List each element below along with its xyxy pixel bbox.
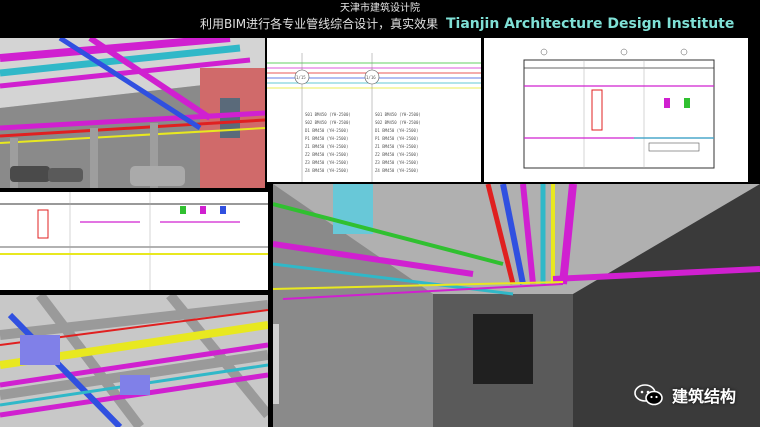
institute-subtitle: 天津市建筑设计院 xyxy=(340,3,420,14)
page-title: 利用BIM进行各专业管线综合设计，真实效果 Tianjin Architectu… xyxy=(200,16,734,32)
page-title-en: Tianjin Architecture Design Institute xyxy=(445,16,735,32)
schedule-row: Z3 BM450 (YH-2500) xyxy=(375,160,418,165)
garage-render-panel xyxy=(0,38,265,188)
schedule-row: Z2 BM450 (YH-2500) xyxy=(305,152,348,157)
watermark-label: 建筑结构 xyxy=(671,387,736,406)
schedule-row: S02 BM450 (YH-2500) xyxy=(375,120,421,125)
header: 天津市建筑设计院 利用BIM进行各专业管线综合设计，真实效果 Tianjin A… xyxy=(0,0,760,38)
schedule-row: Z3 BM450 (YH-2500) xyxy=(305,160,348,165)
wechat-icon xyxy=(634,384,663,406)
section-drawing-panel-top xyxy=(484,38,748,182)
page-title-cn: 利用BIM进行各专业管线综合设计，真实效果 xyxy=(200,17,439,31)
schedule-row: Z4 BM450 (YH-2500) xyxy=(375,168,418,173)
schedule-row: P1 BM450 (YH-2500) xyxy=(375,136,418,141)
schedule-row: Z2 BM450 (YH-2500) xyxy=(375,152,418,157)
garage-render xyxy=(0,38,265,188)
schedule-row: Z4 BM450 (YH-2500) xyxy=(305,168,348,173)
schedule-row: D1 BM450 (YH-2500) xyxy=(375,128,418,133)
pipe-schedule-drawing: 1/15 1/16 S01 BM450 (YH-2500) S02 BM450 … xyxy=(267,38,481,182)
schedule-row: Z1 BM450 (YH-2500) xyxy=(305,144,348,149)
pipe-schedule-drawing-panel: 1/15 1/16 S01 BM450 (YH-2500) S02 BM450 … xyxy=(267,38,481,182)
watermark: 建筑结构 xyxy=(634,383,736,407)
schedule-row: P1 BM450 (YH-2500) xyxy=(305,136,348,141)
section-drawing-panel-left xyxy=(0,192,268,290)
overhead-3d-panel xyxy=(0,295,268,427)
section-drawing-top xyxy=(484,38,748,182)
schedule-row: S01 BM450 (YH-2500) xyxy=(375,112,421,117)
schedule-row: S02 BM450 (YH-2500) xyxy=(305,120,351,125)
schedule-row: Z1 BM450 (YH-2500) xyxy=(375,144,418,149)
overhead-3d-render xyxy=(0,295,268,427)
schedule-row: D1 BM450 (YH-2500) xyxy=(305,128,348,133)
axis-label-left: 1/15 xyxy=(296,75,306,80)
schedule-row: S01 BM450 (YH-2500) xyxy=(305,112,351,117)
axis-label-right: 1/16 xyxy=(366,75,376,80)
section-drawing-left xyxy=(0,192,268,290)
